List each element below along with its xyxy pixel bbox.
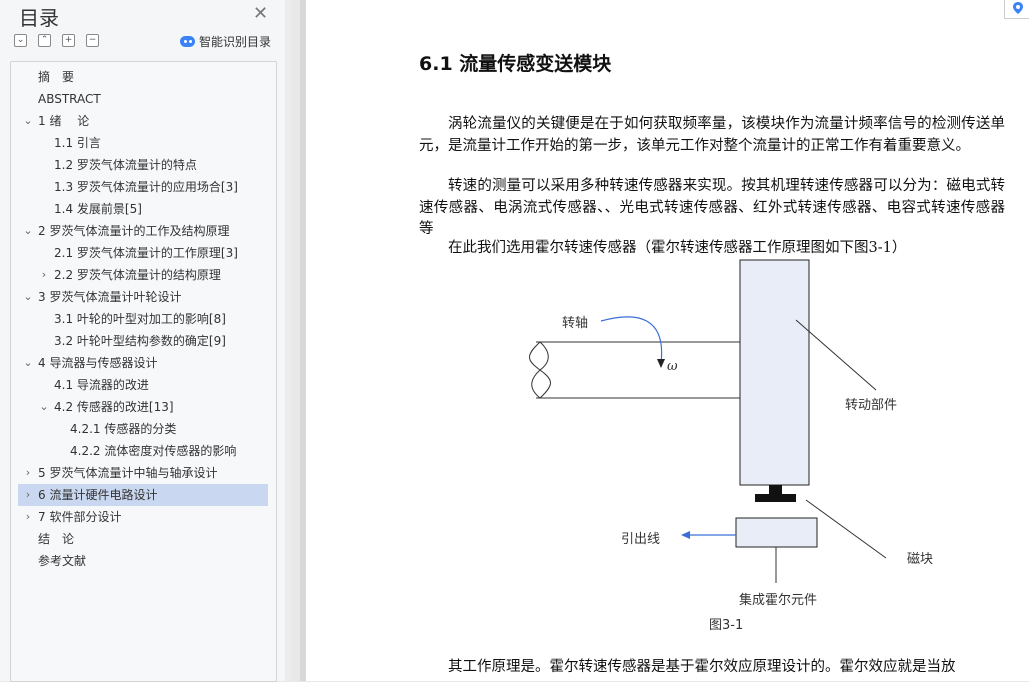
toc-item[interactable]: 参考文献 [18, 550, 268, 572]
toc-item-label: 3.1 叶轮的叶型对加工的影响[8] [54, 312, 226, 326]
paragraph-1: 涡轮流量仪的关键便是在于如何获取频率量，该模块作为流量计频率信号的检测传送单元，… [419, 116, 1005, 154]
toc-item[interactable]: 4.2.2 流体密度对传感器的影响 [18, 440, 268, 462]
paragraph-bottom: 其工作原理是。霍尔转速传感器是基于霍尔效应原理设计的。霍尔效应就是当放 [448, 659, 956, 675]
toc-item[interactable]: 摘 要 [18, 66, 268, 88]
toc-list: 摘 要 ABSTRACT ⌄ 1 绪 论 1.1 引言 1.2 罗茨气体流量计的特点 1.3… [10, 61, 277, 682]
section-heading: 6.1 流量传感变送模块 [419, 53, 612, 75]
chevron-down-icon[interactable]: ⌄ [22, 286, 34, 308]
smart-toc-button[interactable]: 智能识别目录 [180, 33, 271, 49]
toc-item-label: 1.4 发展前景[5] [54, 202, 142, 216]
omega-label: ω [667, 359, 678, 374]
chevron-down-icon[interactable]: ⌄ [22, 220, 34, 242]
toc-item-label: 4.1 导流器的改进 [54, 378, 149, 392]
toc-item-label: 5 罗茨气体流量计中轴与轴承设计 [38, 466, 218, 480]
toc-item-label: 1.2 罗茨气体流量计的特点 [54, 158, 197, 172]
toc-item[interactable]: 2.1 罗茨气体流量计的工作原理[3] [18, 242, 268, 264]
rotation-arrow [600, 316, 663, 364]
toc-item[interactable]: 4.1 导流器的改进 [18, 374, 268, 396]
toc-item[interactable]: ⌄ 4 导流器与传感器设计 [18, 352, 268, 374]
toc-item[interactable]: 3.2 叶轮叶型结构参数的确定[9] [18, 330, 268, 352]
chevron-down-icon[interactable]: ⌄ [22, 352, 34, 374]
toc-item[interactable]: ⌄ 1 绪 论 [18, 110, 268, 132]
chevron-down-icon[interactable]: ⌄ [22, 110, 34, 132]
toc-item-label: 1.1 引言 [54, 136, 101, 150]
magnet-base [755, 494, 796, 502]
toc-item[interactable]: ⌄ 2 罗茨气体流量计的工作及结构原理 [18, 220, 268, 242]
lead-wire-arrowhead [681, 531, 690, 539]
hall-element-label: 集成霍尔元件 [739, 593, 818, 608]
toc-item-label: 4.2.1 传感器的分类 [70, 422, 177, 436]
toc-item[interactable]: 结 论 [18, 528, 268, 550]
document-page: 6.1 流量传感变送模块 涡轮流量仪的关键便是在于如何获取频率量，该模块作为流量… [306, 0, 1029, 681]
chevron-right-icon[interactable]: › [38, 264, 50, 286]
smart-toc-label: 智能识别目录 [199, 34, 272, 49]
toc-item-label: 参考文献 [38, 554, 87, 568]
toc-item-label: 6 流量计硬件电路设计 [38, 488, 158, 502]
toc-item[interactable]: 3.1 叶轮的叶型对加工的影响[8] [18, 308, 268, 330]
chevron-down-icon[interactable]: ⌄ [38, 396, 50, 418]
panel-scrollbar[interactable] [285, 0, 291, 681]
toc-item-label: 2.1 罗茨气体流量计的工作原理[3] [54, 246, 238, 260]
toc-item-label: 2 罗茨气体流量计的工作及结构原理 [38, 224, 230, 238]
magnet-label: 磁块 [907, 552, 934, 567]
toc-item-label: 2.2 罗茨气体流量计的结构原理 [54, 268, 221, 282]
expand-all-button[interactable]: ⌃ [38, 34, 51, 47]
toc-item-label: 3 罗茨气体流量计叶轮设计 [38, 290, 182, 304]
add-heading-button[interactable]: + [62, 34, 75, 47]
toc-item[interactable]: › 2.2 罗茨气体流量计的结构原理 [18, 264, 268, 286]
toc-item-label: 4 导流器与传感器设计 [38, 356, 158, 370]
paragraph-2: 转速的测量可以采用多种转速传感器来实现。按其机理转速传感器可以分为：磁电式转速传… [419, 178, 1005, 237]
panel-title: 目录 [19, 6, 59, 30]
toc-item-label: 1 绪 论 [38, 114, 90, 128]
collapse-all-button[interactable]: ⌄ [14, 34, 27, 47]
shaft-label: 转轴 [562, 316, 589, 331]
toc-item[interactable]: › 7 软件部分设计 [18, 506, 268, 528]
remove-heading-button[interactable]: − [86, 34, 99, 47]
toc-item-label: 4.2.2 流体密度对传感器的影响 [70, 444, 237, 458]
toc-item[interactable]: 4.2.1 传感器的分类 [18, 418, 268, 440]
location-pin-icon[interactable] [1004, 0, 1029, 19]
pin-shape [1013, 2, 1023, 14]
ai-icon [180, 35, 195, 47]
toc-item-label: 1.3 罗茨气体流量计的应用场合[3] [54, 180, 238, 194]
toc-item-label: 4.2 传感器的改进[13] [54, 400, 174, 414]
toc-item[interactable]: ⌄ 4.2 传感器的改进[13] [18, 396, 268, 418]
toc-item[interactable]: 1.4 发展前景[5] [18, 198, 268, 220]
toc-item[interactable]: 1.1 引言 [18, 132, 268, 154]
toc-item-label: 结 论 [38, 532, 75, 546]
chevron-right-icon[interactable]: › [22, 484, 34, 506]
magnet-pointer [805, 499, 887, 559]
close-icon[interactable]: ✕ [253, 3, 268, 24]
lead-wire-label: 引出线 [621, 532, 661, 547]
figure-caption: 图3-1 [709, 618, 744, 633]
chevron-right-icon[interactable]: › [22, 462, 34, 484]
shaft-break-2 [531, 341, 549, 399]
toc-panel: 目录 ✕ ⌄ ⌃ + − 智能识别目录 摘 要 ABSTRACT ⌄ 1 绪 论 1.1… [0, 0, 286, 682]
toc-item-label: 3.2 叶轮叶型结构参数的确定[9] [54, 334, 226, 348]
toc-item-label: 7 软件部分设计 [38, 510, 122, 524]
rotation-arrowhead [657, 359, 665, 368]
magnet-stem [769, 485, 782, 494]
toc-item[interactable]: 1.3 罗茨气体流量计的应用场合[3] [18, 176, 268, 198]
toc-item-label: 摘 要 [38, 70, 75, 84]
toc-item-label: ABSTRACT [38, 92, 101, 106]
chevron-right-icon[interactable]: › [22, 506, 34, 528]
rotating-part-block [739, 259, 810, 486]
toc-item[interactable]: ⌄ 3 罗茨气体流量计叶轮设计 [18, 286, 268, 308]
toc-item[interactable]: 1.2 罗茨气体流量计的特点 [18, 154, 268, 176]
hall-element-block [735, 517, 818, 548]
toc-item[interactable]: ABSTRACT [18, 88, 268, 110]
toc-item[interactable]: › 6 流量计硬件电路设计 [18, 484, 268, 506]
rotating-part-label: 转动部件 [845, 398, 898, 413]
toc-item[interactable]: › 5 罗茨气体流量计中轴与轴承设计 [18, 462, 268, 484]
